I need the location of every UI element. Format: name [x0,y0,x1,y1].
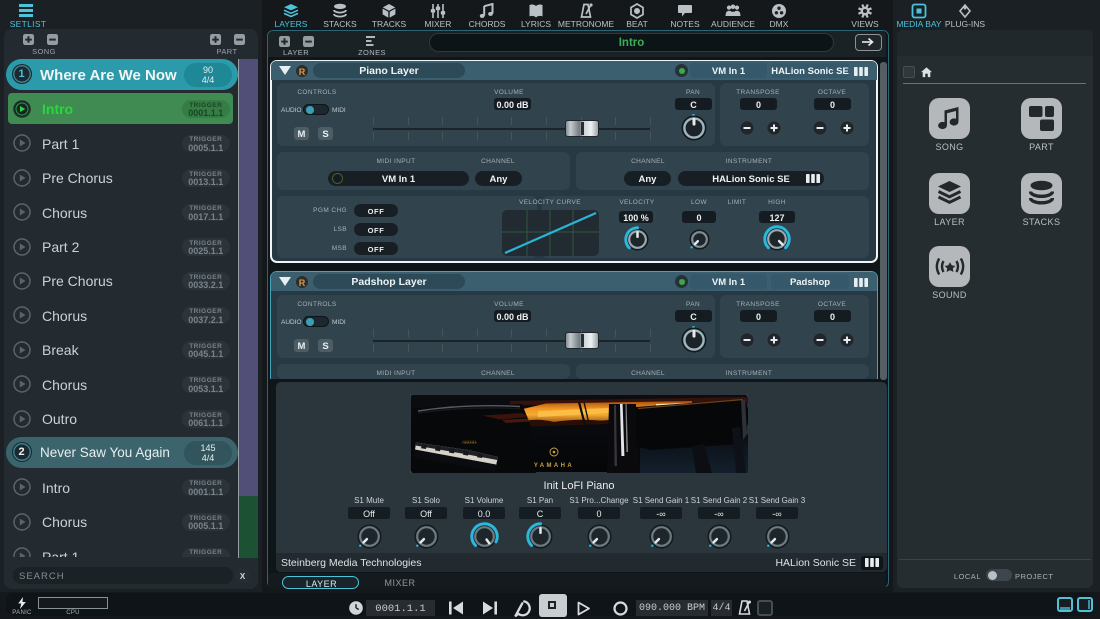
svg-text:YAMAHA: YAMAHA [534,463,574,469]
svg-text:YAMAHA: YAMAHA [462,440,477,444]
